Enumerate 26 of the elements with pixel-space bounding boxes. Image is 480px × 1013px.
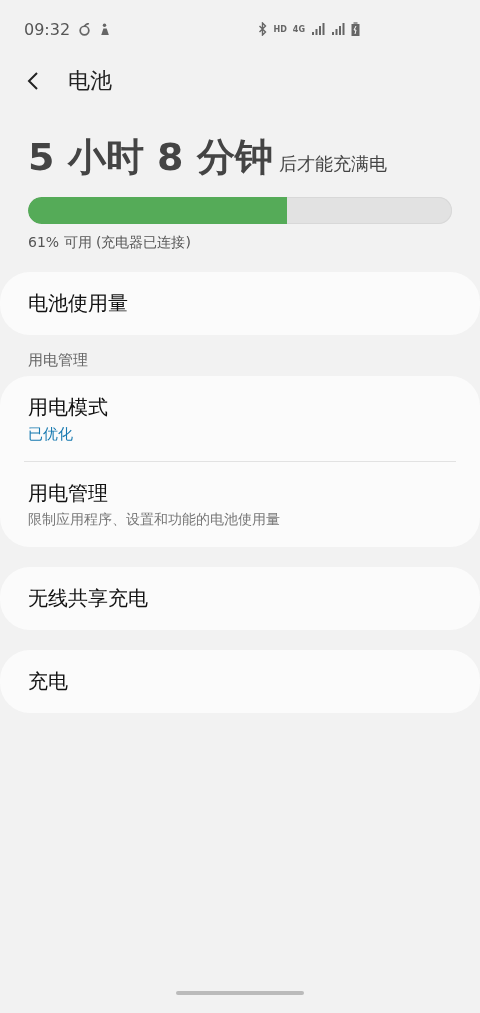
item-title: 电池使用量 [28, 290, 129, 317]
battery-status-text: 61% 可用 (充电器已连接) [27, 233, 192, 252]
item-title: 充电 [28, 668, 69, 695]
item-title: 用电管理 [28, 480, 109, 507]
item-subtitle: 已优化 [28, 424, 74, 444]
settings-item[interactable]: 无线共享充电 [0, 567, 480, 630]
clock: 09:32 [24, 19, 71, 39]
settings-item[interactable]: 电池使用量 [0, 272, 480, 335]
network-label: HD [273, 24, 287, 34]
settings-item[interactable]: 用电模式 已优化 [0, 376, 480, 461]
item-title: 用电模式 [28, 393, 109, 421]
item-title: 无线共享充电 [28, 585, 149, 612]
settings-item[interactable]: 充电 [0, 650, 480, 713]
page-title: 电池 [68, 67, 112, 95]
signal-icon [331, 23, 345, 35]
item-subtitle: 限制应用程序、设置和功能的电池使用量 [28, 511, 281, 529]
swirl-icon [78, 22, 92, 36]
charge-time-suffix: 后才能充满电 [278, 152, 387, 176]
section-header: 用电管理 [27, 350, 89, 371]
charge-time: 5 小时 8 分钟 [28, 134, 273, 181]
battery-charging-icon [351, 22, 360, 36]
signal-icon [311, 23, 325, 35]
bluetooth-icon [256, 22, 268, 36]
figure-icon [99, 22, 111, 36]
settings-item[interactable]: 用电管理 限制应用程序、设置和功能的电池使用量 [0, 462, 480, 547]
network-label: 4G [292, 24, 305, 34]
